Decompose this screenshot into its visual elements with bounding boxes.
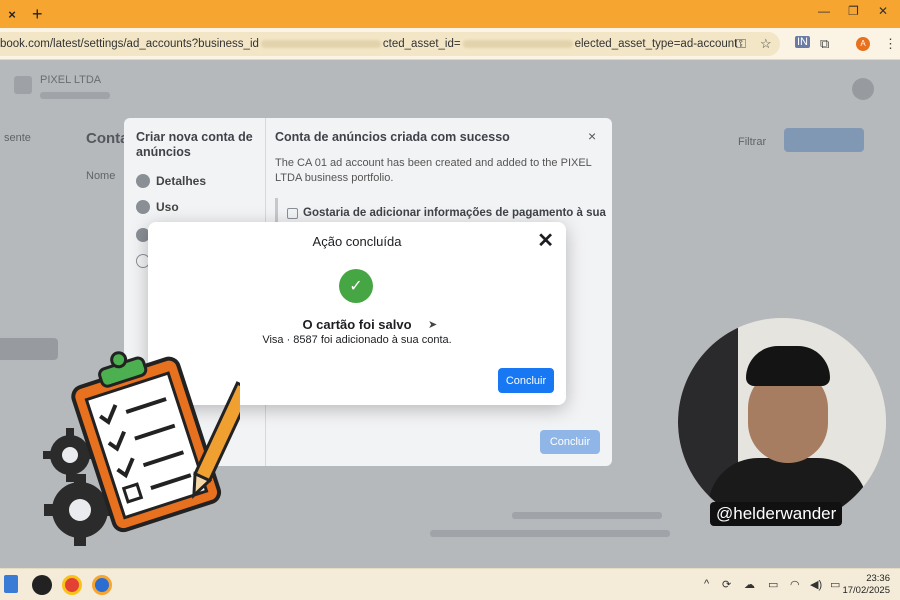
bookmark-star-icon[interactable]: ☆ xyxy=(760,36,772,52)
redacted-segment xyxy=(260,40,381,48)
profile-avatar[interactable]: A xyxy=(856,37,870,51)
close-icon[interactable]: × xyxy=(588,128,596,144)
tab-close-icon[interactable]: × xyxy=(0,3,24,25)
redacted-segment xyxy=(462,40,573,48)
browser-toolbar: book.com/latest/settings/ad_accounts?bus… xyxy=(0,28,900,60)
step-label: Uso xyxy=(156,200,179,214)
clipboard-checklist-illustration xyxy=(43,351,240,546)
close-window-button[interactable]: ✕ xyxy=(878,4,888,18)
presenter-handle: @helderwander xyxy=(710,502,843,526)
close-icon[interactable]: ✕ xyxy=(537,231,554,251)
presenter-hair xyxy=(746,346,830,386)
chevron-up-icon[interactable]: ^ xyxy=(704,578,709,590)
clock-time: 23:36 xyxy=(866,573,890,584)
minimize-button[interactable]: — xyxy=(818,4,830,18)
wizard-step-usage[interactable]: Uso xyxy=(136,200,179,214)
url-mid: cted_asset_id= xyxy=(382,38,461,50)
done-button-bg[interactable]: Concluir xyxy=(540,430,600,454)
step-complete-icon xyxy=(136,200,150,214)
address-bar[interactable]: book.com/latest/settings/ad_accounts?bus… xyxy=(0,32,780,56)
battery-icon[interactable]: ▭ xyxy=(830,578,840,591)
new-tab-button[interactable]: + xyxy=(32,4,43,25)
extensions-puzzle-icon[interactable]: ⧉ xyxy=(820,36,829,52)
monitor-icon[interactable]: ▭ xyxy=(768,578,778,591)
app-icon[interactable] xyxy=(32,575,52,595)
success-panel-desc: The CA 01 ad account has been created an… xyxy=(275,157,592,184)
key-icon[interactable]: ⚿ xyxy=(736,36,746,52)
url-suffix: elected_asset_type=ad-account xyxy=(574,38,738,50)
chrome-profile-icon[interactable] xyxy=(92,575,112,595)
sync-icon[interactable]: ⟳ xyxy=(722,578,731,591)
checkbox-label: Gostaria de adicionar informações de pag… xyxy=(303,207,606,219)
file-explorer-icon[interactable] xyxy=(4,575,18,593)
step-label: Detalhes xyxy=(156,174,207,188)
extension-icon[interactable]: IN xyxy=(795,36,810,48)
wizard-title: Criar nova conta de anúncios xyxy=(136,130,253,159)
mouse-cursor-icon: ➤ xyxy=(428,319,438,331)
clock-date: 17/02/2025 xyxy=(842,585,890,596)
conclude-button[interactable]: Concluir xyxy=(498,368,554,393)
payment-checkbox[interactable] xyxy=(287,208,298,219)
step-complete-icon xyxy=(136,174,150,188)
taskbar: ^ ⟳ ☁ ▭ ◠ ◀) ▭ 23:36 17/02/2025 xyxy=(0,568,900,600)
success-panel-title: Conta de anúncios criada com sucesso xyxy=(275,130,510,144)
webcam-overlay xyxy=(678,318,886,526)
url-prefix: book.com/latest/settings/ad_accounts?bus… xyxy=(0,38,259,50)
wifi-icon[interactable]: ◠ xyxy=(790,578,800,591)
menu-kebab-icon[interactable]: ⋮ xyxy=(884,36,897,52)
maximize-button[interactable]: ❐ xyxy=(848,4,859,18)
wizard-step-details[interactable]: Detalhes xyxy=(136,174,206,188)
system-clock[interactable]: 23:36 17/02/2025 xyxy=(842,573,890,597)
browser-tab-bar: × + — ❐ ✕ xyxy=(0,0,900,28)
dialog-title: Ação concluída xyxy=(312,234,402,249)
volume-icon[interactable]: ◀) xyxy=(810,578,822,591)
dialog-heading: O cartão foi salvo xyxy=(302,317,412,332)
success-check-icon: ✓ xyxy=(339,269,373,303)
chrome-icon[interactable] xyxy=(62,575,82,595)
cloud-icon[interactable]: ☁ xyxy=(744,578,755,591)
